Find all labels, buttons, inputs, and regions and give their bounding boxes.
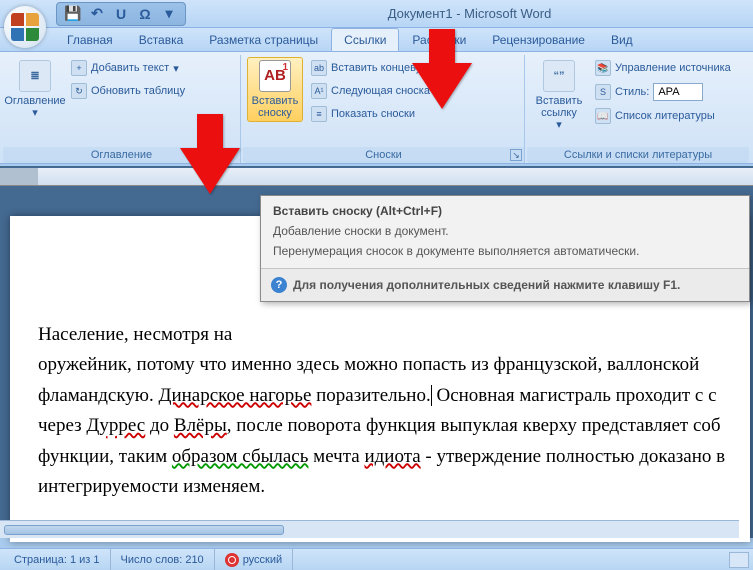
redo-icon[interactable]: U [111,4,131,24]
add-text-label: Добавить текст [91,62,169,74]
refresh-icon: ↻ [71,83,87,99]
style-label: Стиль: [615,86,649,98]
view-buttons [729,552,749,568]
style-select[interactable] [653,83,703,101]
style-icon: S [595,84,611,100]
doc-line: оружейник, потому что именно здесь можно… [38,354,699,375]
footnote-icon: AB1 [259,60,291,92]
status-word-count[interactable]: Число слов: 210 [111,549,215,570]
tab-references[interactable]: Ссылки [331,28,399,51]
group-footnotes: AB1 Вставить сноску ab Вставить концевую… [243,55,525,163]
bibliography-icon: 📖 [595,108,611,124]
dropdown-icon: ▾ [556,119,562,131]
doc-line: фламандскую. Динарское нагорье поразител… [38,385,717,406]
status-lang-text: русский [243,554,282,566]
insert-citation-button[interactable]: “” Вставить ссылку ▾ [531,57,587,134]
bibliography-button[interactable]: 📖 Список литературы [590,105,736,127]
endnote-icon: ab [311,60,327,76]
ribbon-tabs: Главная Вставка Разметка страницы Ссылки… [0,28,753,52]
status-language[interactable]: русский [215,549,293,570]
insert-footnote-button[interactable]: AB1 Вставить сноску [247,57,303,122]
doc-line: интегрируемости изменяем. [38,476,265,497]
tooltip-desc: Перенумерация сносок в документе выполня… [261,242,749,268]
show-notes-icon: ≡ [311,106,327,122]
annotation-arrow-icon [180,148,240,194]
insert-citation-label: Вставить ссылку [534,95,584,119]
tooltip-title: Вставить сноску (Alt+Ctrl+F) [261,196,749,222]
qat-more-icon[interactable]: ▾ [159,4,179,24]
toc-button[interactable]: ≣ Оглавление ▾ [7,57,63,122]
manage-sources-icon: 📚 [595,60,611,76]
doc-line: функции, таким образом сбылась мечта иди… [38,446,725,467]
title-bar: 💾 ↶ U Ω ▾ Документ1 - Microsoft Word [0,0,753,28]
group-citations-label: Ссылки и списки литературы [527,147,749,163]
tab-home[interactable]: Главная [54,28,126,51]
tab-review[interactable]: Рецензирование [479,28,598,51]
save-icon[interactable]: 💾 [63,4,83,24]
group-citations: “” Вставить ссылку ▾ 📚 Управление источн… [527,55,749,163]
bibliography-label: Список литературы [615,110,715,122]
tooltip-desc: Добавление сноски в документ. [261,222,749,242]
toc-label: Оглавление [4,95,65,107]
footnote-tooltip: Вставить сноску (Alt+Ctrl+F) Добавление … [260,195,750,302]
window-title: Документ1 - Microsoft Word [186,6,753,21]
citation-style-row: S Стиль: [590,80,736,104]
scrollbar-thumb[interactable] [4,525,284,535]
doc-line: через Дуррес до Влёры, после поворота фу… [38,415,721,436]
footnotes-dialog-launcher[interactable]: ↘ [510,149,522,161]
update-table-label: Обновить таблицу [91,85,185,97]
office-button[interactable] [4,6,46,48]
tooltip-f1-text: Для получения дополнительных сведений на… [293,278,680,292]
update-table-button[interactable]: ↻ Обновить таблицу [66,80,190,102]
repeat-icon[interactable]: Ω [135,4,155,24]
manage-sources-label: Управление источника [615,62,731,74]
status-page[interactable]: Страница: 1 из 1 [4,549,111,570]
status-bar: Страница: 1 из 1 Число слов: 210 русский [0,548,753,570]
doc-line: Население, несмотря на [38,324,232,345]
toc-icon: ≣ [19,60,51,92]
undo-icon[interactable]: ↶ [87,4,107,24]
tab-insert[interactable]: Вставка [126,28,197,51]
dropdown-icon: ▾ [32,107,38,119]
add-text-icon: + [71,60,87,76]
quick-access-toolbar: 💾 ↶ U Ω ▾ [56,2,186,26]
dropdown-icon: ▾ [173,62,179,75]
group-footnotes-label: Сноски [243,147,524,163]
help-icon: ? [271,277,287,293]
tab-view[interactable]: Вид [598,28,646,51]
citation-icon: “” [543,60,575,92]
proofing-icon [225,553,239,567]
tab-layout[interactable]: Разметка страницы [196,28,331,51]
manage-sources-button[interactable]: 📚 Управление источника [590,57,736,79]
ribbon: ≣ Оглавление ▾ + Добавить текст ▾ ↻ Обно… [0,52,753,164]
insert-footnote-label: Вставить сноску [250,95,300,119]
tooltip-f1-hint: ? Для получения дополнительных сведений … [261,268,749,301]
horizontal-ruler[interactable] [0,168,753,186]
next-footnote-icon: A¹ [311,83,327,99]
horizontal-scrollbar[interactable] [0,520,739,538]
annotation-arrow-icon [412,63,472,109]
view-print-layout-button[interactable] [729,552,749,568]
add-text-button[interactable]: + Добавить текст ▾ [66,57,190,79]
show-notes-label: Показать сноски [331,108,415,120]
office-logo-icon [11,13,39,41]
